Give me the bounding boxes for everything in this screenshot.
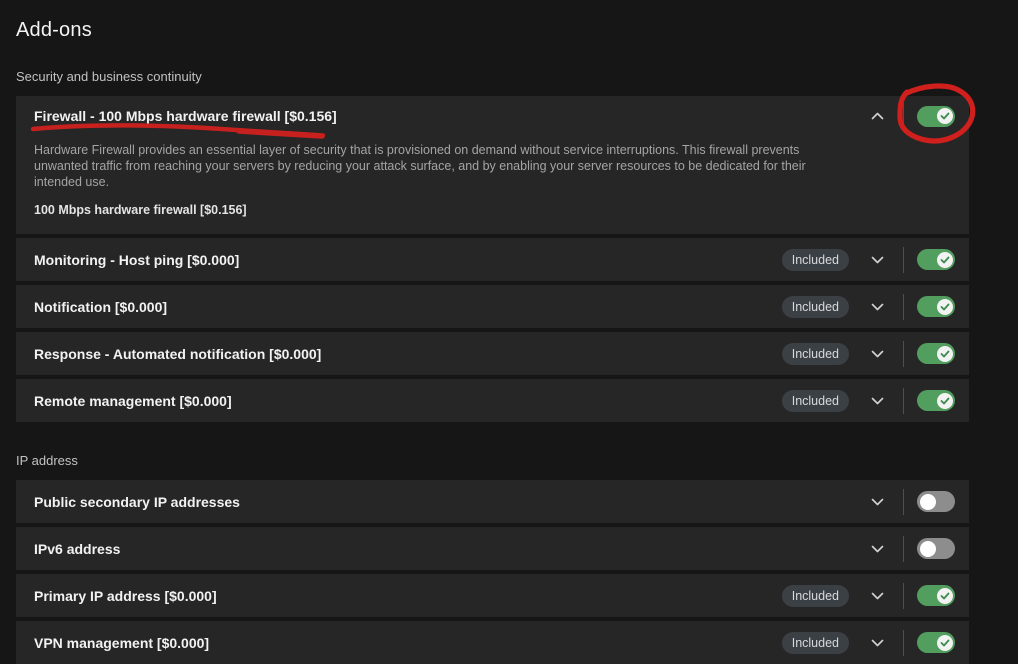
divider bbox=[903, 341, 904, 367]
divider bbox=[903, 247, 904, 273]
chevron-down-icon[interactable] bbox=[863, 246, 891, 274]
divider bbox=[903, 103, 904, 129]
response-toggle[interactable] bbox=[917, 343, 955, 364]
addon-row-firewall[interactable]: Firewall - 100 Mbps hardware firewall [$… bbox=[16, 96, 969, 136]
public-secondary-ip-toggle[interactable] bbox=[917, 491, 955, 512]
addon-row-remote-management[interactable]: Remote management [$0.000] Included bbox=[16, 379, 969, 422]
ipv6-toggle[interactable] bbox=[917, 538, 955, 559]
addon-title: IPv6 address bbox=[34, 541, 120, 557]
chevron-down-icon[interactable] bbox=[863, 582, 891, 610]
vpn-management-toggle[interactable] bbox=[917, 632, 955, 653]
addon-title: Primary IP address [$0.000] bbox=[34, 588, 217, 604]
check-icon bbox=[940, 639, 950, 647]
toggle-knob bbox=[920, 494, 936, 510]
included-badge: Included bbox=[782, 343, 849, 365]
section-label-ip-address: IP address bbox=[16, 453, 969, 468]
toggle-knob bbox=[937, 108, 953, 124]
toggle-knob bbox=[937, 252, 953, 268]
firewall-description: Hardware Firewall provides an essential … bbox=[34, 142, 834, 190]
toggle-knob bbox=[937, 588, 953, 604]
addon-title: Notification [$0.000] bbox=[34, 299, 167, 315]
chevron-down-icon[interactable] bbox=[863, 387, 891, 415]
chevron-down-icon[interactable] bbox=[863, 488, 891, 516]
firewall-toggle[interactable] bbox=[917, 106, 955, 127]
chevron-down-icon[interactable] bbox=[863, 340, 891, 368]
firewall-details: Hardware Firewall provides an essential … bbox=[16, 142, 969, 234]
addon-row-response[interactable]: Response - Automated notification [$0.00… bbox=[16, 332, 969, 375]
toggle-knob bbox=[920, 541, 936, 557]
addon-row-ipv6[interactable]: IPv6 address bbox=[16, 527, 969, 570]
included-badge: Included bbox=[782, 632, 849, 654]
notification-toggle[interactable] bbox=[917, 296, 955, 317]
addon-title: Monitoring - Host ping [$0.000] bbox=[34, 252, 239, 268]
addon-title: Public secondary IP addresses bbox=[34, 494, 240, 510]
addon-row-primary-ip[interactable]: Primary IP address [$0.000] Included bbox=[16, 574, 969, 617]
divider bbox=[903, 489, 904, 515]
chevron-down-icon[interactable] bbox=[863, 293, 891, 321]
addon-row-vpn-management[interactable]: VPN management [$0.000] Included bbox=[16, 621, 969, 664]
check-icon bbox=[940, 256, 950, 264]
remote-management-toggle[interactable] bbox=[917, 390, 955, 411]
addon-panel-firewall: Firewall - 100 Mbps hardware firewall [$… bbox=[16, 96, 969, 234]
monitoring-toggle[interactable] bbox=[917, 249, 955, 270]
divider bbox=[903, 294, 904, 320]
included-badge: Included bbox=[782, 390, 849, 412]
page-title: Add-ons bbox=[16, 19, 969, 42]
chevron-down-icon[interactable] bbox=[863, 629, 891, 657]
addon-row-notification[interactable]: Notification [$0.000] Included bbox=[16, 285, 969, 328]
addon-title: Remote management [$0.000] bbox=[34, 393, 232, 409]
check-icon bbox=[940, 350, 950, 358]
included-badge: Included bbox=[782, 249, 849, 271]
section-label-security: Security and business continuity bbox=[16, 69, 969, 84]
toggle-knob bbox=[937, 299, 953, 315]
check-icon bbox=[940, 397, 950, 405]
addon-row-monitoring[interactable]: Monitoring - Host ping [$0.000] Included bbox=[16, 238, 969, 281]
divider bbox=[903, 388, 904, 414]
addon-title: Firewall - 100 Mbps hardware firewall [$… bbox=[34, 108, 337, 124]
included-badge: Included bbox=[782, 296, 849, 318]
check-icon bbox=[940, 303, 950, 311]
addon-title: VPN management [$0.000] bbox=[34, 635, 209, 651]
addon-row-public-secondary-ip[interactable]: Public secondary IP addresses bbox=[16, 480, 969, 523]
red-underline-annotation bbox=[29, 122, 331, 140]
toggle-knob bbox=[937, 393, 953, 409]
toggle-knob bbox=[937, 635, 953, 651]
addon-title: Response - Automated notification [$0.00… bbox=[34, 346, 321, 362]
divider bbox=[903, 583, 904, 609]
firewall-option: 100 Mbps hardware firewall [$0.156] bbox=[34, 203, 951, 217]
primary-ip-toggle[interactable] bbox=[917, 585, 955, 606]
divider bbox=[903, 630, 904, 656]
check-icon bbox=[940, 112, 950, 120]
toggle-knob bbox=[937, 346, 953, 362]
addons-page: Add-ons Security and business continuity… bbox=[0, 0, 969, 664]
divider bbox=[903, 536, 904, 562]
chevron-up-icon[interactable] bbox=[863, 102, 891, 130]
check-icon bbox=[940, 592, 950, 600]
chevron-down-icon[interactable] bbox=[863, 535, 891, 563]
included-badge: Included bbox=[782, 585, 849, 607]
